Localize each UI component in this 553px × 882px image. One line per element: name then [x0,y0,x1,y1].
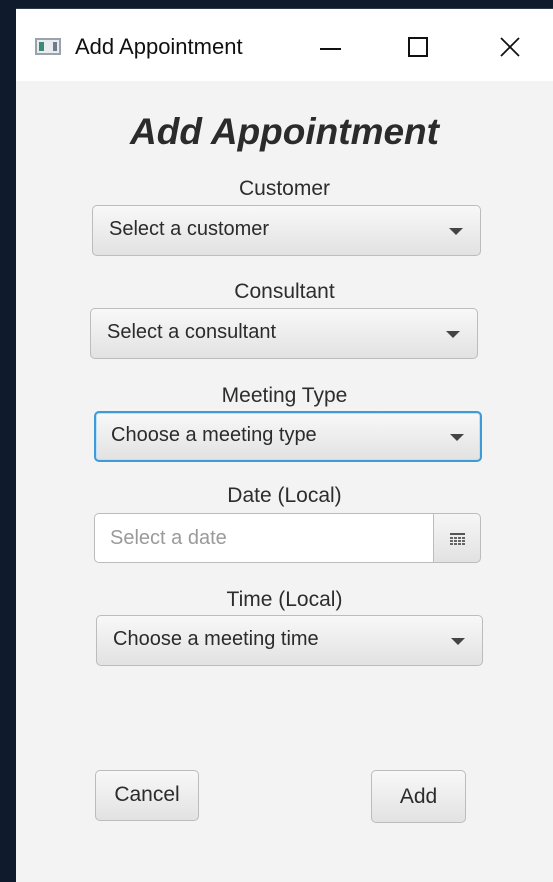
date-picker-button[interactable] [433,513,481,563]
close-button[interactable] [463,9,553,81]
cancel-button[interactable]: Cancel [95,770,199,821]
consultant-select-value: Select a consultant [107,321,276,343]
minimize-button[interactable] [283,9,373,81]
add-button[interactable]: Add [371,770,466,823]
maximize-button[interactable] [373,9,463,81]
form-heading: Add Appointment [130,111,439,152]
maximize-icon [408,37,428,57]
add-appointment-window: Add Appointment Add Appointment Customer… [16,8,553,882]
title-bar[interactable]: Add Appointment [16,9,553,81]
meeting-type-select[interactable]: Choose a meeting type [94,411,482,462]
time-select-value: Choose a meeting time [113,628,319,650]
close-icon [500,37,520,57]
window-title: Add Appointment [75,34,243,59]
date-label: Date (Local) [227,484,342,507]
app-icon [35,38,61,55]
customer-label: Customer [238,177,331,200]
customer-select-value: Select a customer [109,218,270,240]
calendar-icon [450,533,465,545]
time-label: Time (Local) [226,588,343,611]
chevron-down-icon [450,434,464,441]
time-select[interactable]: Choose a meeting time [96,615,483,666]
chevron-down-icon [449,228,463,235]
meeting-type-label: Meeting Type [221,384,348,407]
meeting-type-select-value: Choose a meeting type [111,424,317,446]
customer-select[interactable]: Select a customer [92,205,481,256]
chevron-down-icon [446,331,460,338]
date-input[interactable] [94,513,433,563]
chevron-down-icon [451,638,465,645]
date-picker [94,513,481,563]
consultant-label: Consultant [234,280,335,303]
minimize-icon [320,48,341,50]
consultant-select[interactable]: Select a consultant [90,308,478,359]
